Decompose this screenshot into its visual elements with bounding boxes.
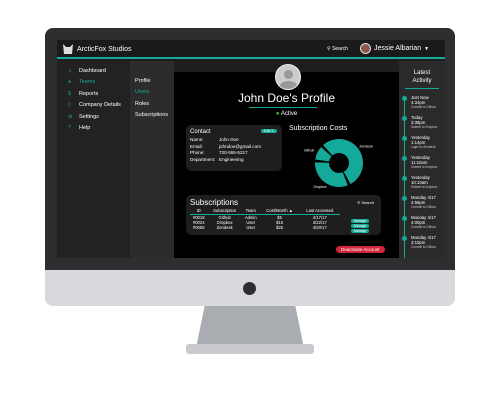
edit-label: Edit bbox=[264, 129, 271, 133]
fox-logo-icon bbox=[63, 44, 73, 54]
top-bar: ArcticFox Studios ⚲ Search Jessie Albari… bbox=[57, 40, 445, 59]
activity-item[interactable]: Monday 4/17 4:00pm Commit to Github bbox=[402, 215, 445, 230]
activity-item[interactable]: Yesterday 1:14pm Login to Zendesk bbox=[402, 135, 445, 150]
table-cell: Zendesk bbox=[216, 224, 233, 230]
field-value: Engineering bbox=[219, 156, 244, 162]
activity-item[interactable]: Monday 4/17 3:10pm Commit to Github bbox=[402, 235, 445, 250]
pie-slice-dropbox bbox=[315, 162, 348, 187]
table-cell: #0024 bbox=[192, 219, 205, 225]
deactivate-account-button[interactable]: Deactivate Account bbox=[336, 246, 385, 253]
teams-icon: ● bbox=[68, 79, 72, 86]
screen: ArcticFox Studios ⚲ Search Jessie Albari… bbox=[57, 40, 445, 258]
table-row: #0056 Zendesk User $25 4/20/17 bbox=[190, 225, 340, 230]
subnav-users[interactable]: Users bbox=[130, 87, 174, 99]
table-cell: Admin bbox=[244, 214, 257, 220]
subscriptions-table: ID Subscription Team Cost/Month ▲ Last Acces… bbox=[190, 208, 340, 230]
subnav-subscriptions[interactable]: Subscriptions bbox=[130, 110, 174, 122]
reports-icon: $ bbox=[68, 90, 71, 97]
monitor-stand bbox=[196, 306, 304, 348]
sidebar-item-label: Teams bbox=[79, 79, 96, 86]
activity-item[interactable]: Yesterday 11:10am Submit to Dropbox bbox=[402, 155, 445, 170]
subnav-profile[interactable]: Profile bbox=[130, 75, 174, 87]
sidebar-item-teams[interactable]: ● Teams bbox=[57, 77, 130, 89]
user-name: Jessie Albarian bbox=[374, 45, 422, 52]
help-icon: ? bbox=[68, 125, 71, 132]
field-label: Department: bbox=[190, 156, 216, 162]
brand-name: ArcticFox Studios bbox=[77, 45, 132, 53]
activity-title-line: Latest bbox=[413, 70, 431, 76]
avatar bbox=[360, 43, 371, 54]
sidebar: ◑ Dashboard ● Teams $ Reports ▯ Company Deta… bbox=[57, 61, 130, 258]
subscriptions-title: Subscriptions bbox=[190, 198, 239, 207]
monitor-base bbox=[186, 344, 314, 354]
sidebar-item-settings[interactable]: ⚙ Settings bbox=[57, 111, 130, 123]
activity-item[interactable]: Monday 4/17 4:58pm Commit to Github bbox=[402, 195, 445, 210]
sidebar-item-label: Reports bbox=[79, 90, 99, 97]
sidebar-item-company-details[interactable]: ▯ Company Details bbox=[57, 100, 130, 112]
pie-chart: Zendesk Dropbox Github bbox=[304, 139, 373, 189]
user-menu[interactable]: Jessie Albarian ▼ bbox=[360, 43, 429, 54]
activity-item[interactable]: Yesterday 10:10am Submit to Dropbox bbox=[402, 175, 445, 190]
activity-item[interactable]: Just Now 4:34pm Commit to Github bbox=[402, 95, 445, 110]
manage-button[interactable]: Manage bbox=[351, 224, 370, 229]
subscriptions-card: Subscriptions ⚲ Search ID Subscription Tea… bbox=[186, 195, 381, 235]
main-content: John Doe's Profile ● Active Contact Edit… bbox=[174, 61, 399, 258]
sidebar-item-label: Help bbox=[79, 125, 91, 132]
contact-card: Contact Edit ✎ Name: John Doe Email: johndo… bbox=[186, 125, 282, 171]
status-badge: ● Active bbox=[174, 111, 399, 117]
activity-desc: Commit to Github bbox=[411, 205, 436, 209]
manage-button[interactable]: Manage bbox=[351, 229, 370, 234]
sidebar-item-reports[interactable]: $ Reports bbox=[57, 88, 130, 100]
activity-desc: Commit to Github bbox=[411, 245, 436, 249]
activity-desc: Login to Zendesk bbox=[411, 145, 436, 149]
table-cell: User bbox=[246, 224, 256, 230]
sidebar-item-label: Dashboard bbox=[79, 67, 106, 74]
activity-title: Latest Activity bbox=[399, 69, 445, 85]
brand[interactable]: ArcticFox Studios bbox=[63, 44, 131, 54]
page-title: John Doe's Profile bbox=[237, 91, 335, 105]
dashboard-icon: ◑ bbox=[68, 67, 72, 74]
table-cell: $25 bbox=[276, 224, 284, 230]
sidebar-item-help[interactable]: ? Help bbox=[57, 123, 130, 135]
sidebar-item-label: Settings bbox=[79, 113, 99, 120]
sidebar-item-dashboard[interactable]: ◑ Dashboard bbox=[57, 65, 130, 77]
subnav-roles[interactable]: Roles bbox=[130, 98, 174, 110]
profile-avatar bbox=[275, 64, 301, 90]
activity-item[interactable]: Today 3:38pm Submit to Dropbox bbox=[402, 115, 445, 130]
pie-label: Zendesk bbox=[359, 144, 373, 148]
activity-desc: Submit to Dropbox bbox=[411, 165, 438, 169]
pie-label: Dropbox bbox=[313, 185, 326, 189]
activity-divider bbox=[405, 88, 439, 89]
activity-desc: Commit to Github bbox=[411, 105, 436, 109]
company-icon: ▯ bbox=[68, 102, 71, 109]
table-cell: #0056 bbox=[192, 224, 205, 230]
search-label: Search bbox=[361, 200, 374, 205]
chart-title: Subscription Costs bbox=[289, 125, 348, 132]
pencil-icon: ✎ bbox=[271, 129, 274, 133]
monitor-logo-icon bbox=[243, 282, 256, 295]
activity-panel: Latest Activity Just Now 4:34pm Commit to G… bbox=[399, 61, 445, 258]
edit-button[interactable]: Edit ✎ bbox=[261, 129, 277, 133]
sidebar-item-label: Company Details bbox=[79, 102, 121, 109]
settings-icon: ⚙ bbox=[68, 113, 73, 120]
search-label: Search bbox=[332, 46, 348, 52]
activity-desc: Submit to Dropbox bbox=[411, 185, 438, 189]
subscriptions-search[interactable]: ⚲ Search bbox=[357, 200, 374, 205]
contact-row: Department: Engineering bbox=[190, 157, 278, 164]
sub-nav: Profile Users Roles Subscriptions bbox=[130, 61, 174, 258]
activity-title-line: Activity bbox=[412, 78, 432, 84]
manage-button[interactable]: Manage bbox=[351, 219, 370, 223]
pie-label: Github bbox=[304, 149, 314, 153]
title-divider bbox=[249, 107, 317, 108]
activity-desc: Commit to Github bbox=[411, 225, 436, 229]
table-cell: #0018 bbox=[192, 214, 205, 220]
chevron-down-icon: ▼ bbox=[424, 45, 430, 52]
status-text: Active bbox=[280, 111, 298, 117]
table-cell: 4/20/17 bbox=[312, 224, 327, 230]
activity-desc: Submit to Dropbox bbox=[411, 125, 438, 129]
search-button[interactable]: ⚲ Search bbox=[327, 46, 348, 52]
